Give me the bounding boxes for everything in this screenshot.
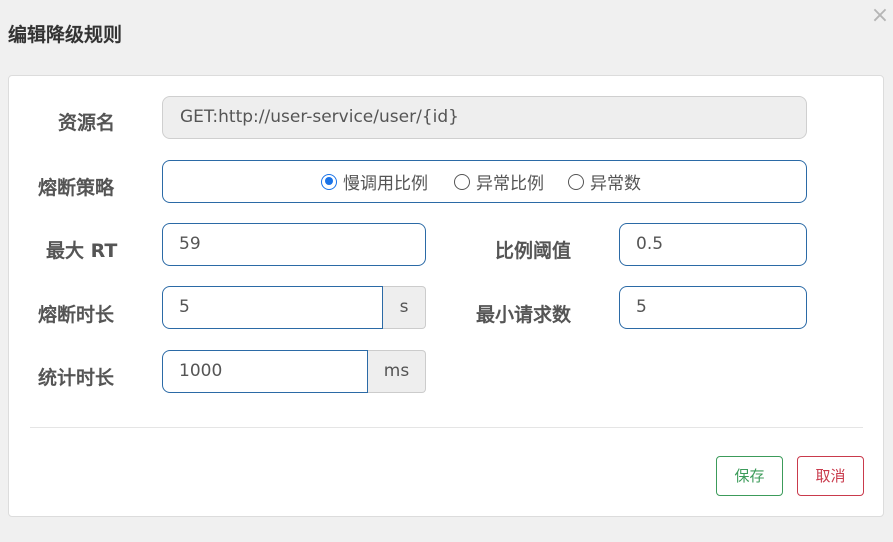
radio-exception-ratio[interactable]: 异常比例	[454, 161, 544, 202]
break-duration-unit: s	[383, 286, 426, 329]
dialog-title: 编辑降级规则	[8, 24, 123, 46]
stat-duration-unit: ms	[368, 350, 426, 393]
break-duration-input[interactable]: 5	[162, 286, 383, 329]
radio-unchecked-icon	[454, 173, 470, 190]
ratio-threshold-label: 比例阈值	[495, 240, 572, 262]
min-requests-label: 最小请求数	[476, 304, 572, 326]
cancel-button[interactable]: 取消	[797, 456, 864, 496]
break-duration-label: 熔断时长	[38, 304, 115, 326]
radio-label: 异常数	[590, 174, 641, 194]
max-rt-input[interactable]: 59	[162, 223, 426, 266]
radio-label: 慢调用比例	[343, 174, 428, 194]
strategy-radio-group: 慢调用比例 异常比例 异常数	[162, 160, 807, 203]
edit-degrade-rule-dialog: 编辑降级规则 × 资源名 GET:http://user-service/use…	[0, 0, 893, 542]
stat-duration-label: 统计时长	[38, 367, 115, 389]
max-rt-label: 最大 RT	[46, 240, 118, 262]
ratio-threshold-input[interactable]: 0.5	[619, 223, 807, 266]
save-button[interactable]: 保存	[716, 456, 783, 496]
radio-slow-call-ratio[interactable]: 慢调用比例	[321, 161, 428, 202]
close-icon[interactable]: ×	[870, 5, 890, 27]
radio-checked-icon	[321, 173, 337, 190]
resource-input[interactable]: GET:http://user-service/user/{id}	[162, 96, 807, 139]
radio-exception-count[interactable]: 异常数	[568, 161, 641, 202]
radio-label: 异常比例	[476, 174, 544, 194]
resource-label: 资源名	[58, 112, 116, 134]
min-requests-input[interactable]: 5	[619, 286, 807, 329]
form-panel: 资源名 GET:http://user-service/user/{id} 熔断…	[8, 75, 884, 517]
footer-divider	[30, 427, 863, 428]
strategy-label: 熔断策略	[38, 177, 115, 199]
radio-unchecked-icon	[568, 173, 584, 190]
stat-duration-input[interactable]: 1000	[162, 350, 368, 393]
